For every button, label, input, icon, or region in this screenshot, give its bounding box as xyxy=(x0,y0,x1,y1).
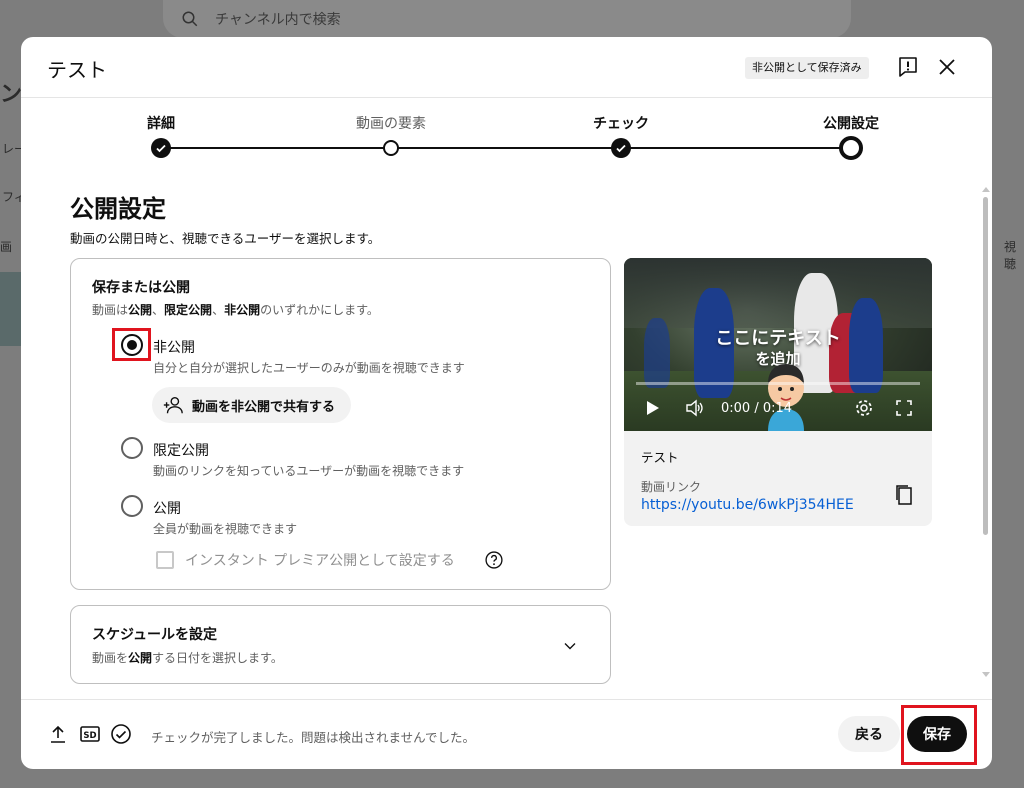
bg-text-fragment: 視聴 xyxy=(1004,240,1017,271)
text: 動画を xyxy=(92,651,129,665)
stadium-background xyxy=(624,258,932,328)
section-description: 動画の公開日時と、視聴できるユーザーを選択します。 xyxy=(70,231,381,246)
settings-gear-icon[interactable] xyxy=(854,398,874,418)
upload-stepper: 詳細 動画の要素 チェック 公開設定 xyxy=(21,98,992,166)
option-desc-private: 自分と自分が選択したユーザーのみが動画を視聴できます xyxy=(153,361,465,375)
option-label-unlisted: 限定公開 xyxy=(153,443,209,459)
step-done-check-icon xyxy=(611,138,631,158)
video-link[interactable]: https://youtu.be/6wkPj354HEE xyxy=(641,497,854,513)
annotation-highlight xyxy=(112,328,151,361)
video-progress-bar[interactable] xyxy=(636,382,920,385)
stepper-line xyxy=(161,147,851,149)
play-icon[interactable] xyxy=(642,398,662,418)
scrollbar[interactable] xyxy=(982,187,990,677)
close-icon[interactable] xyxy=(935,55,959,79)
instant-premiere-checkbox[interactable] xyxy=(156,551,174,569)
annotation-highlight xyxy=(901,705,977,765)
dialog-title: テスト xyxy=(47,58,107,82)
scroll-down-arrow-icon[interactable] xyxy=(982,672,990,677)
scrollbar-thumb[interactable] xyxy=(983,197,988,535)
sd-label: SD xyxy=(83,731,96,741)
video-player[interactable]: ここにテキスト を追加 0:00 / 0:14 xyxy=(624,258,932,431)
text: 、 xyxy=(152,303,165,317)
visibility-dialog: テスト 非公開として保存済み 詳細 動画の要素 チェック 公開設定 公開設定 動… xyxy=(21,37,992,769)
step-label: 詳細 xyxy=(147,116,175,132)
radio-public[interactable] xyxy=(121,495,143,517)
bg-text-fragment: 画 xyxy=(0,240,13,254)
dialog-footer: SD チェックが完了しました。問題は検出されませんでした。 戻る 保存 xyxy=(21,699,992,769)
video-link-label: 動画リンク xyxy=(641,480,702,494)
preview-video-title: テスト xyxy=(641,450,679,465)
option-label-public: 公開 xyxy=(153,501,181,517)
step-label: 動画の要素 xyxy=(356,116,426,132)
step-label: チェック xyxy=(593,116,649,132)
upload-icon[interactable] xyxy=(47,723,69,745)
share-button-label: 動画を非公開で共有する xyxy=(192,399,336,415)
step-video-elements[interactable]: 動画の要素 xyxy=(321,98,461,156)
step-done-check-icon xyxy=(151,138,171,158)
share-privately-button[interactable]: 動画を非公開で共有する xyxy=(152,387,352,423)
card-title: 保存または公開 xyxy=(92,280,190,296)
bg-text-fragment: ン xyxy=(0,82,23,107)
feedback-icon[interactable] xyxy=(896,55,920,79)
radio-unlisted[interactable] xyxy=(121,437,143,459)
check-complete-icon[interactable] xyxy=(110,723,132,745)
add-person-icon xyxy=(163,396,183,414)
option-label-private: 非公開 xyxy=(153,340,195,356)
search-placeholder: チャンネル内で検索 xyxy=(215,12,341,28)
schedule-card[interactable]: スケジュールを設定 動画を公開する日付を選択します。 xyxy=(70,605,611,684)
text: 動画は xyxy=(92,303,129,317)
sd-quality-icon[interactable]: SD xyxy=(79,723,101,745)
step-open-circle-icon xyxy=(383,140,399,156)
channel-search-bar[interactable]: チャンネル内で検索 xyxy=(163,0,851,38)
fullscreen-icon[interactable] xyxy=(894,398,914,418)
copy-icon[interactable] xyxy=(892,483,916,507)
help-icon[interactable] xyxy=(484,550,504,570)
text: する日付を選択します。 xyxy=(152,651,283,665)
save-or-publish-card: 保存または公開 動画は公開、限定公開、非公開のいずれかにします。 非公開 自分と… xyxy=(70,258,611,590)
option-desc-public: 全員が動画を視聴できます xyxy=(153,522,298,536)
step-visibility[interactable]: 公開設定 xyxy=(781,98,921,160)
option-desc-unlisted: 動画のリンクを知っているユーザーが動画を視聴できます xyxy=(153,464,465,478)
step-current-circle-icon xyxy=(839,136,863,160)
bg-thumbnail xyxy=(0,272,21,346)
step-label: 公開設定 xyxy=(823,116,879,132)
cartoon-character-image xyxy=(768,364,804,431)
dialog-header: テスト 非公開として保存済み xyxy=(21,37,992,98)
back-button[interactable]: 戻る xyxy=(838,716,900,752)
instant-premiere-label: インスタント プレミア公開として設定する xyxy=(185,553,455,569)
checks-status-message: チェックが完了しました。問題は検出されませんでした。 xyxy=(151,730,476,745)
text-bold: 公開 xyxy=(128,303,153,317)
schedule-title: スケジュールを設定 xyxy=(92,627,218,643)
scroll-up-arrow-icon[interactable] xyxy=(982,187,990,192)
text-bold: 公開 xyxy=(128,651,153,665)
card-subtitle: 動画は公開、限定公開、非公開のいずれかにします。 xyxy=(92,301,379,318)
video-preview-card: ここにテキスト を追加 0:00 / 0:14 テスト 動画リンク https:… xyxy=(624,258,932,526)
status-badge: 非公開として保存済み xyxy=(745,57,869,79)
video-time: 0:00 / 0:14 xyxy=(721,401,793,416)
step-details[interactable]: 詳細 xyxy=(91,98,231,158)
step-checks[interactable]: チェック xyxy=(551,98,691,158)
search-icon xyxy=(182,11,198,27)
volume-icon[interactable] xyxy=(684,398,704,418)
chevron-down-icon[interactable] xyxy=(560,636,580,656)
dialog-content[interactable]: 公開設定 動画の公開日時と、視聴できるユーザーを選択します。 保存または公開 動… xyxy=(21,166,992,699)
text: のいずれかにします。 xyxy=(260,303,379,317)
schedule-subtitle: 動画を公開する日付を選択します。 xyxy=(92,649,283,666)
text: 、 xyxy=(212,303,225,317)
section-title: 公開設定 xyxy=(70,195,166,223)
video-overlay-text-1: ここにテキスト xyxy=(715,328,841,349)
text-bold: 非公開 xyxy=(224,303,261,317)
text-bold: 限定公開 xyxy=(164,303,213,317)
